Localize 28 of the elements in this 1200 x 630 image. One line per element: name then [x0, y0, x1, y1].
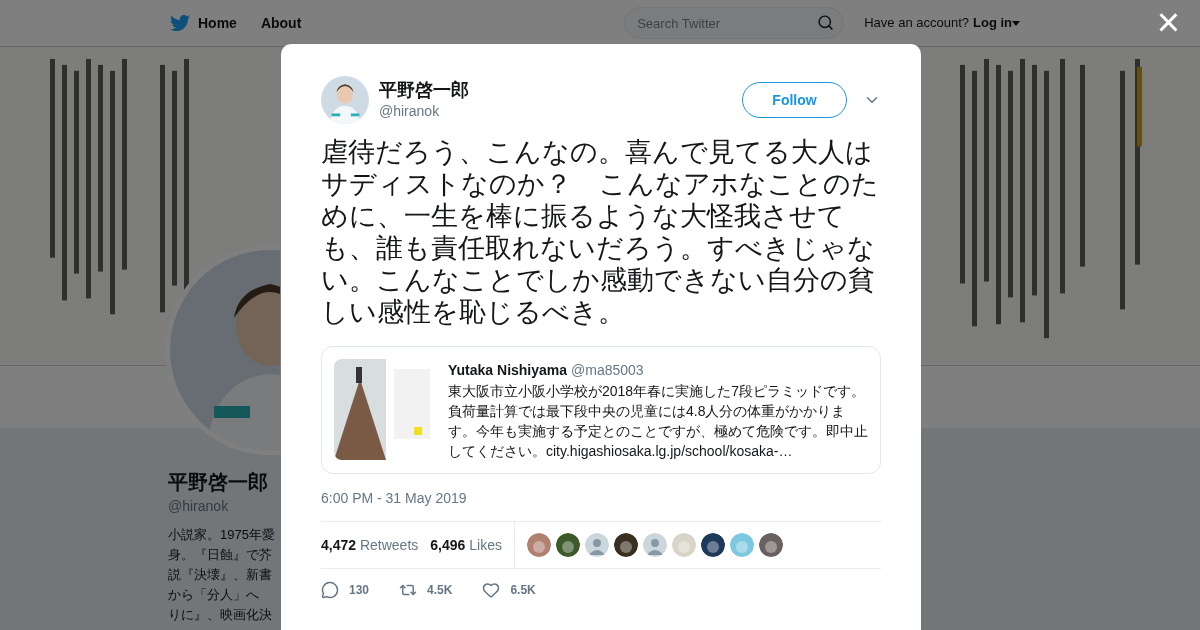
action-count: 130 [349, 582, 370, 599]
quoted-tweet[interactable]: Yutaka Nishiyama @ma85003 東大阪市立小阪小学校が2018年春に実施した7段ピラミッドです。負荷量計算では最下段中央の児童には4.8人分の体重がかかります。今年も実施する予定とのことですが、極めて危険です。即中止してください。city.higashiosaka.lg.jp/school/kosaka-… [321, 346, 881, 474]
stat-count: 6,496 [430, 536, 466, 553]
action-count: 4.5K [427, 582, 453, 599]
search-field[interactable]: Search Twitter [624, 7, 845, 39]
search-icon[interactable] [817, 14, 835, 31]
login-link[interactable]: Log in [973, 13, 1020, 33]
close-button[interactable]: × [1156, 2, 1180, 42]
reply-icon[interactable] [321, 581, 339, 599]
nav-link[interactable]: About [260, 12, 302, 34]
caret-icon [1012, 20, 1020, 26]
profile-bio: 小説家。1975年愛 身。『日蝕』で芥 説『決壊』、新書 から「分人」へ りに』、映画化決 [168, 526, 275, 624]
avatar-icon[interactable] [642, 533, 667, 557]
stat-link[interactable]: 6,496 Likes [430, 534, 502, 556]
profile-name: 平野啓一郎 [168, 470, 268, 494]
quote-author: Yutaka Nishiyama [448, 361, 568, 380]
stat-count: 4,472 [321, 536, 357, 553]
quote-handle: @ma85003 [571, 361, 644, 380]
action-count: 6.5K [510, 582, 536, 599]
quote-text: 東大阪市立小阪小学校が2018年春に実施した7段ピラミッドです。負荷量計算では最下段中央の児童には4.8人分の体重がかかります。今年も実施する予定とのことですが、極めて危険です。即中止してください。city.higashiosaka.lg.jp/school/kosaka-… [448, 382, 868, 461]
account-prompt: Have an account? [864, 14, 969, 33]
stat-link[interactable]: 4,472 Retweets [321, 534, 419, 556]
tweet-timestamp[interactable]: 6:00 PM - 31 May 2019 [321, 488, 881, 509]
bird-icon [170, 13, 190, 33]
like-icon[interactable] [482, 581, 501, 599]
nav-link[interactable]: Home [170, 12, 237, 34]
avatar-icon[interactable] [584, 533, 609, 557]
profile-handle: @hiranok [168, 497, 229, 516]
